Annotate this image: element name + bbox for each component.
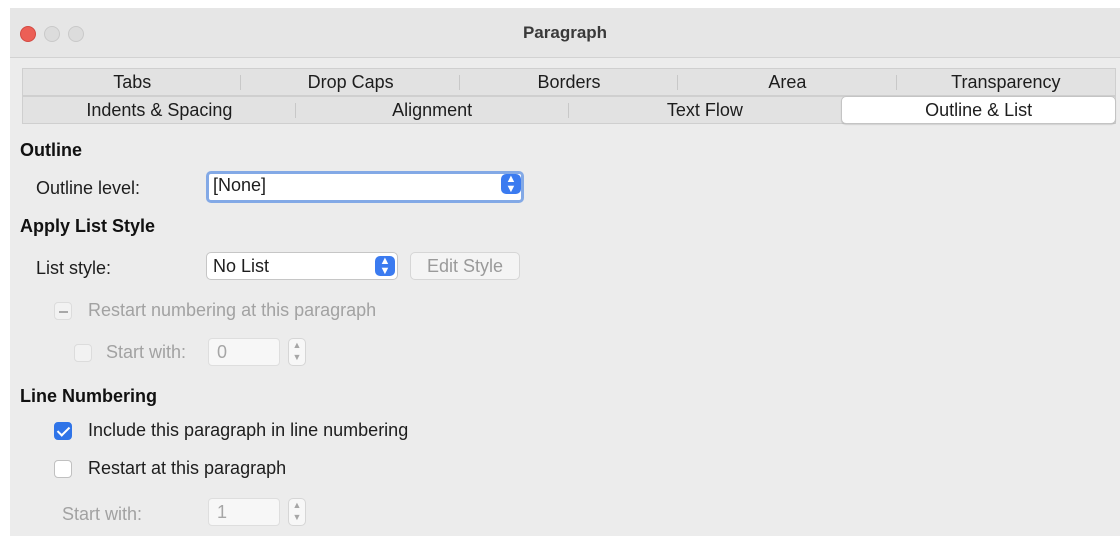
apply-list-style-heading: Apply List Style xyxy=(20,216,156,236)
tab-drop-caps[interactable]: Drop Caps xyxy=(241,69,460,95)
outline-level-select[interactable]: [None] ▲ ▼ xyxy=(206,171,524,203)
tab-row-1: Tabs Drop Caps Borders Area Transparency xyxy=(22,68,1116,96)
tab-alignment[interactable]: Alignment xyxy=(296,97,569,123)
list-start-with-checkbox[interactable] xyxy=(74,344,92,362)
tab-tabs[interactable]: Tabs xyxy=(23,69,242,95)
line-start-with-label: Start with: xyxy=(62,504,143,524)
line-start-with-stepper[interactable]: ▲ ▼ xyxy=(288,498,306,526)
list-start-with-stepper[interactable]: ▲ ▼ xyxy=(288,338,306,366)
outline-level-label: Outline level: xyxy=(36,178,141,198)
include-line-numbering-checkbox[interactable] xyxy=(54,422,72,440)
list-start-with-field[interactable]: 0 xyxy=(208,338,280,366)
line-numbering-heading: Line Numbering xyxy=(20,386,158,406)
paragraph-dialog: Paragraph Tabs Drop Caps Borders Area Tr… xyxy=(10,8,1120,536)
updown-chevron-icon: ▲ ▼ xyxy=(375,256,395,277)
tab-borders[interactable]: Borders xyxy=(460,69,679,95)
restart-numbering-label: Restart numbering at this paragraph xyxy=(88,300,377,320)
restart-paragraph-label: Restart at this paragraph xyxy=(88,458,287,478)
tab-area[interactable]: Area xyxy=(678,69,897,95)
include-line-numbering-label: Include this paragraph in line numbering xyxy=(88,420,409,440)
title-bar: Paragraph xyxy=(10,8,1120,58)
tab-indents-spacing[interactable]: Indents & Spacing xyxy=(23,97,296,123)
tab-outline-list[interactable]: Outline & List xyxy=(841,96,1116,124)
outline-level-value: [None] xyxy=(213,175,267,195)
tab-transparency[interactable]: Transparency xyxy=(897,69,1115,95)
list-style-select[interactable]: No List ▲ ▼ xyxy=(206,252,398,280)
list-start-with-label: Start with: xyxy=(106,342,187,362)
edit-style-button[interactable]: Edit Style xyxy=(410,252,520,280)
tab-row-2: Indents & Spacing Alignment Text Flow Ou… xyxy=(22,96,1116,124)
line-start-with-field[interactable]: 1 xyxy=(208,498,280,526)
list-style-label: List style: xyxy=(36,258,112,278)
restart-numbering-checkbox[interactable] xyxy=(54,302,72,320)
restart-paragraph-checkbox[interactable] xyxy=(54,460,72,478)
tab-text-flow[interactable]: Text Flow xyxy=(569,97,842,123)
updown-chevron-icon: ▲ ▼ xyxy=(501,174,521,195)
list-style-value: No List xyxy=(213,256,270,276)
outline-heading: Outline xyxy=(20,140,82,160)
window-title: Paragraph xyxy=(522,23,608,42)
